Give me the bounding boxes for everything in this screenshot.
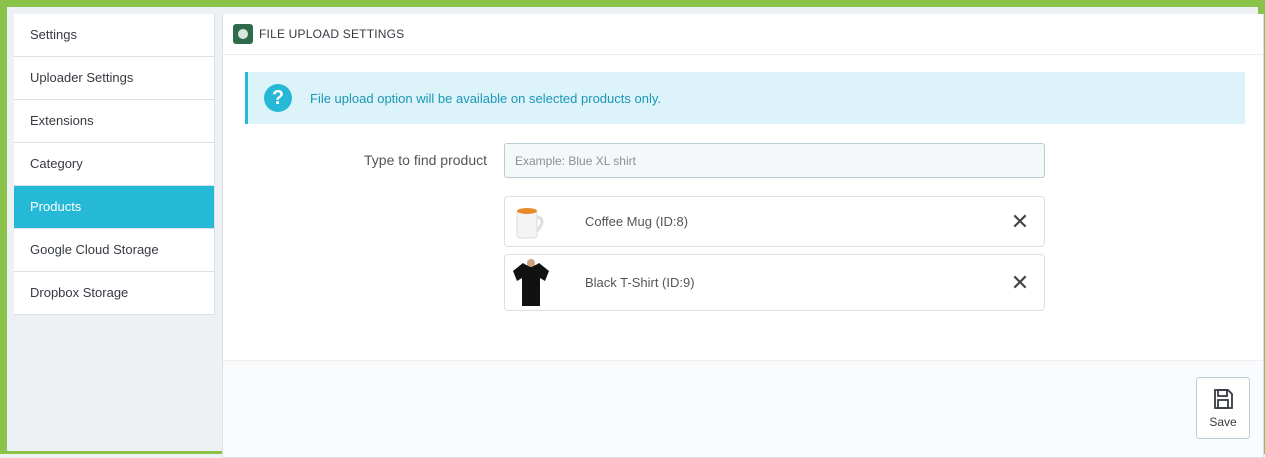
save-button[interactable]: Save xyxy=(1196,377,1250,439)
floppy-disk-icon xyxy=(1214,389,1233,409)
remove-product-button[interactable]: ✕ xyxy=(996,270,1044,296)
app-frame: Settings Uploader Settings Extensions Ca… xyxy=(0,0,1265,458)
module-logo-icon xyxy=(233,24,253,44)
question-icon: ? xyxy=(264,84,292,112)
product-search-input[interactable] xyxy=(504,143,1045,178)
sidebar-item-settings[interactable]: Settings xyxy=(14,14,214,57)
product-item-black-tshirt: Black T-Shirt (ID:9) ✕ xyxy=(504,254,1045,311)
sidebar-item-category[interactable]: Category xyxy=(14,143,214,186)
product-name: Black T-Shirt (ID:9) xyxy=(585,275,695,290)
mug-icon xyxy=(505,197,557,246)
alert-text: File upload option will be available on … xyxy=(310,90,661,106)
sidebar-item-products[interactable]: Products xyxy=(14,186,214,229)
sidebar-item-uploader-settings[interactable]: Uploader Settings xyxy=(14,57,214,100)
sidebar-item-dropbox-storage[interactable]: Dropbox Storage xyxy=(14,272,214,315)
sidebar-item-extensions[interactable]: Extensions xyxy=(14,100,214,143)
product-item-coffee-mug: Coffee Mug (ID:8) ✕ xyxy=(504,196,1045,247)
save-label: Save xyxy=(1209,415,1237,429)
panel-footer: Save xyxy=(223,360,1263,457)
sidebar: Settings Uploader Settings Extensions Ca… xyxy=(14,14,215,315)
product-name: Coffee Mug (ID:8) xyxy=(585,214,689,229)
settings-panel: FILE UPLOAD SETTINGS ? File upload optio… xyxy=(222,14,1264,458)
remove-product-button[interactable]: ✕ xyxy=(996,209,1044,235)
panel-header: FILE UPLOAD SETTINGS xyxy=(223,14,1263,55)
sidebar-item-google-cloud-storage[interactable]: Google Cloud Storage xyxy=(14,229,214,272)
tshirt-icon xyxy=(505,255,557,310)
search-label: Type to find product xyxy=(364,152,487,168)
info-alert: ? File upload option will be available o… xyxy=(245,72,1245,124)
panel-title: FILE UPLOAD SETTINGS xyxy=(259,27,405,41)
